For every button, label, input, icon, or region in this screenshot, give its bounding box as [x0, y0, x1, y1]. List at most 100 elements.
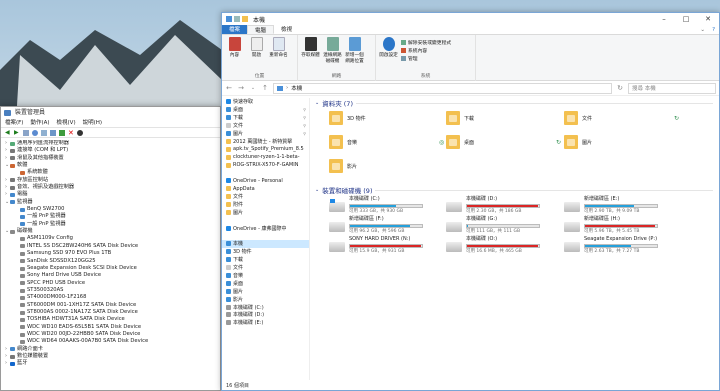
- tree-node[interactable]: WDC WD64 00AAKS-00A7B0 SATA Disk Device: [1, 338, 220, 345]
- nav-item[interactable]: 音樂: [222, 272, 309, 280]
- nav-item[interactable]: 下載: [222, 256, 309, 264]
- drive-item[interactable]: 新增磁碟區 (F:) 可用 96.2 GB，共 596 GB: [329, 216, 459, 237]
- forward-arrow-icon[interactable]: →: [237, 84, 245, 92]
- address-box[interactable]: › 本機: [273, 82, 612, 94]
- nav-item[interactable]: 圖片: [222, 287, 309, 295]
- nav-item[interactable]: 文件: [222, 264, 309, 272]
- tab-computer[interactable]: 電腦: [247, 25, 275, 34]
- tree-node[interactable]: ASM1109v Config: [1, 235, 220, 242]
- tree-node[interactable]: 一般 PnP 監視器: [1, 213, 220, 220]
- nav-item[interactable]: 本機: [222, 240, 309, 248]
- tree-node[interactable]: ST4000DM000-1F2168: [1, 294, 220, 301]
- folder-item[interactable]: 影片: [329, 159, 357, 173]
- drive-item[interactable]: SONY HARD DRIVER (N:) 可用 15.9 GB，共 931 GB: [329, 236, 459, 257]
- tree-node[interactable]: Samsung SSD 970 EVO Plus 1TB: [1, 250, 220, 257]
- tree-node[interactable]: 一般 PnP 監視器: [1, 221, 220, 228]
- close-icon[interactable]: ✕: [697, 13, 719, 25]
- tree-node[interactable]: ST6000DM 001-1XH17Z SATA Disk Device: [1, 302, 220, 309]
- tree-node[interactable]: INTEL SS DSC2BW240H6 SATA Disk Device: [1, 243, 220, 250]
- tree-node[interactable]: Seagate Expansion Desk SCSI Disk Device: [1, 265, 220, 272]
- tree-node[interactable]: SPCC PHD USB Device: [1, 280, 220, 287]
- folder-item[interactable]: 下載: [446, 111, 474, 125]
- folder-item[interactable]: 圖片: [564, 135, 592, 149]
- pin-icon[interactable]: ⚲: [303, 131, 306, 136]
- nav-item[interactable]: ROG-STRIX-X570-F-GAMIN: [222, 161, 309, 169]
- nav-item[interactable]: 附件: [222, 201, 309, 209]
- nav-item[interactable]: clocktuner-ryzen-1-1-beta-: [222, 153, 309, 161]
- help-question-icon[interactable]: ?: [712, 25, 715, 35]
- uninstall-program-button[interactable]: 解除安裝或變更程式: [401, 38, 451, 46]
- ribbon-collapse-icon[interactable]: ⌄: [700, 25, 705, 35]
- search-input[interactable]: 搜尋 本機: [628, 82, 716, 94]
- nav-item[interactable]: 本機磁碟 (C:): [222, 303, 309, 311]
- back-icon[interactable]: ◀: [5, 130, 11, 136]
- nav-item[interactable]: OneDrive - 康弗國際中: [222, 224, 309, 232]
- tree-node[interactable]: › 音效、視訊及遊戲控制器: [1, 184, 220, 191]
- menu-help[interactable]: 說明(H): [83, 119, 102, 127]
- nav-item[interactable]: 本機磁碟 (D:): [222, 311, 309, 319]
- tree-node[interactable]: › 藍牙: [1, 360, 220, 367]
- folder-item[interactable]: 文件: [564, 111, 592, 125]
- tree-node[interactable]: ⌄ 監視器: [1, 199, 220, 206]
- device-manager-titlebar[interactable]: 裝置管理員: [1, 107, 220, 119]
- scan-icon[interactable]: [41, 130, 47, 136]
- manage-button[interactable]: 管理: [401, 54, 451, 62]
- tree-node[interactable]: WDC WD10 EADS-65L5B1 SATA Disk Device: [1, 324, 220, 331]
- drive-item[interactable]: 本機磁碟 (G:) 可用 111 GB，共 111 GB: [446, 216, 576, 237]
- tree-node[interactable]: WDC WD20 00JD-22HBB0 SATA Disk Device: [1, 331, 220, 338]
- tree-node[interactable]: › 電腦: [1, 191, 220, 198]
- menu-file[interactable]: 檔案(F): [5, 119, 23, 127]
- tree-node[interactable]: › 滑鼠及其他指標裝置: [1, 155, 220, 162]
- folders-section-header[interactable]: ⌄ 資料夾 (7): [311, 98, 719, 108]
- nav-item[interactable]: 桌面 ⚲: [222, 106, 309, 114]
- properties-icon[interactable]: [23, 130, 29, 136]
- nav-item[interactable]: 桌面: [222, 279, 309, 287]
- nav-item[interactable]: OneDrive - Personal: [222, 177, 309, 185]
- drive-item[interactable]: 本機磁碟 (C:) 可用 333 GB，共 930 GB: [329, 196, 459, 217]
- pin-icon[interactable]: ⚲: [303, 115, 306, 120]
- forward-icon[interactable]: ▶: [14, 130, 20, 136]
- drive-item[interactable]: 本機磁碟 (D:) 可用 2.30 GB，共 186 GB: [446, 196, 576, 217]
- tree-node[interactable]: TOSHIBA HDWT31A SATA Disk Device: [1, 316, 220, 323]
- tab-view[interactable]: 檢視: [274, 25, 299, 34]
- nav-item[interactable]: 影片: [222, 295, 309, 303]
- drive-item[interactable]: 本機磁碟 (O:) 可用 16.6 MB，共 465 GB: [446, 236, 576, 257]
- uninstall-icon[interactable]: ✕: [68, 130, 74, 137]
- tree-node[interactable]: › 存放區控制站: [1, 177, 220, 184]
- back-arrow-icon[interactable]: ←: [225, 84, 233, 92]
- explorer-titlebar[interactable]: 本機 – □ ✕: [222, 13, 719, 25]
- nav-item[interactable]: 圖片 ⚲: [222, 130, 309, 138]
- tab-file[interactable]: 檔案: [222, 25, 248, 34]
- tree-node[interactable]: › 網路介面卡: [1, 346, 220, 353]
- nav-item[interactable]: 2012 萬國騎士 - 新特質擊: [222, 137, 309, 145]
- drives-section-header[interactable]: ⌄ 裝置和磁碟機 (9): [311, 185, 719, 195]
- new-folder-qa-icon[interactable]: [242, 16, 248, 22]
- tree-node[interactable]: › 數位媒體裝置: [1, 353, 220, 360]
- up-arrow-icon[interactable]: ↑: [261, 84, 269, 92]
- nav-item[interactable]: 圖片: [222, 208, 309, 216]
- folder-item[interactable]: 音樂: [329, 135, 357, 149]
- tree-node[interactable]: 系統軟體: [1, 169, 220, 176]
- nav-item[interactable]: 文件: [222, 193, 309, 201]
- tree-node[interactable]: ⌄ 磁碟機: [1, 228, 220, 235]
- refresh-icon[interactable]: ↻: [616, 84, 624, 92]
- pin-icon[interactable]: ⚲: [303, 123, 306, 128]
- drive-item[interactable]: 新增磁碟區 (H:) 可用 5.96 TB，共 5.45 TB: [564, 216, 694, 237]
- properties-qa-icon[interactable]: [234, 16, 240, 22]
- nav-item[interactable]: 快速存取: [222, 98, 309, 106]
- nav-item[interactable]: apk.tv_Spotify_Premium_8.5: [222, 145, 309, 153]
- drive-item[interactable]: Seagate Expansion Drive (P:) 可用 2.63 TB，共…: [564, 236, 694, 257]
- menu-view[interactable]: 檢視(V): [57, 119, 76, 127]
- maximize-icon[interactable]: □: [675, 13, 697, 25]
- nav-item[interactable]: 本機磁碟 (E:): [222, 319, 309, 327]
- nav-item[interactable]: 下載 ⚲: [222, 114, 309, 122]
- tree-node[interactable]: ST8000AS 0002-1NA17Z SATA Disk Device: [1, 309, 220, 316]
- recent-chevron-icon[interactable]: ⌄: [249, 85, 257, 91]
- help-icon[interactable]: [32, 130, 38, 136]
- nav-item[interactable]: AppData: [222, 185, 309, 193]
- tree-node[interactable]: › 連接埠 (COM 和 LPT): [1, 147, 220, 154]
- tree-node[interactable]: SanDisk SDSSDX120GG25: [1, 258, 220, 265]
- monitor-icon[interactable]: [50, 130, 56, 136]
- update-driver-icon[interactable]: [59, 130, 65, 136]
- disable-icon[interactable]: [77, 130, 83, 136]
